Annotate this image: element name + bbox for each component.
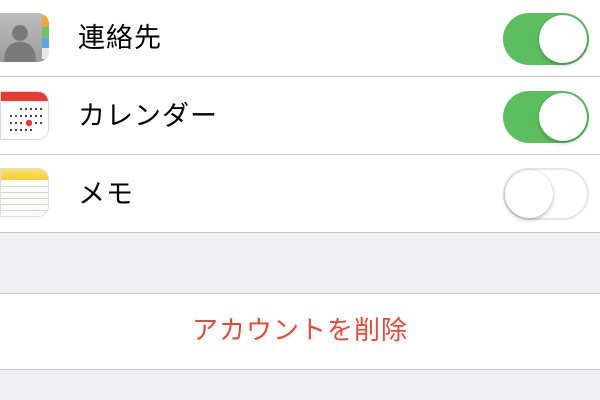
- toggle-knob: [505, 170, 553, 218]
- sync-label-calendar: カレンダー: [78, 101, 218, 132]
- sync-row-calendar: カレンダー: [0, 78, 600, 155]
- sync-row-contacts: 連絡先: [0, 0, 600, 77]
- sync-label-contacts: 連絡先: [78, 23, 162, 54]
- row-separator: [0, 76, 600, 77]
- notes-icon: [0, 168, 49, 217]
- row-separator: [0, 154, 600, 155]
- sync-settings-group: 連絡先 カレンダー メモ: [0, 0, 600, 233]
- delete-account-group: アカウントを削除: [0, 293, 600, 370]
- delete-account-button[interactable]: アカウントを削除: [0, 294, 600, 369]
- sync-label-notes: メモ: [78, 179, 134, 210]
- toggle-knob: [539, 15, 587, 63]
- calendar-sync-toggle[interactable]: [503, 91, 589, 143]
- toggle-knob: [539, 93, 587, 141]
- sync-row-notes: メモ: [0, 156, 600, 233]
- calendar-icon: [0, 91, 49, 140]
- contacts-sync-toggle[interactable]: [503, 13, 589, 65]
- notes-sync-toggle[interactable]: [503, 168, 589, 220]
- contacts-icon: [0, 13, 49, 62]
